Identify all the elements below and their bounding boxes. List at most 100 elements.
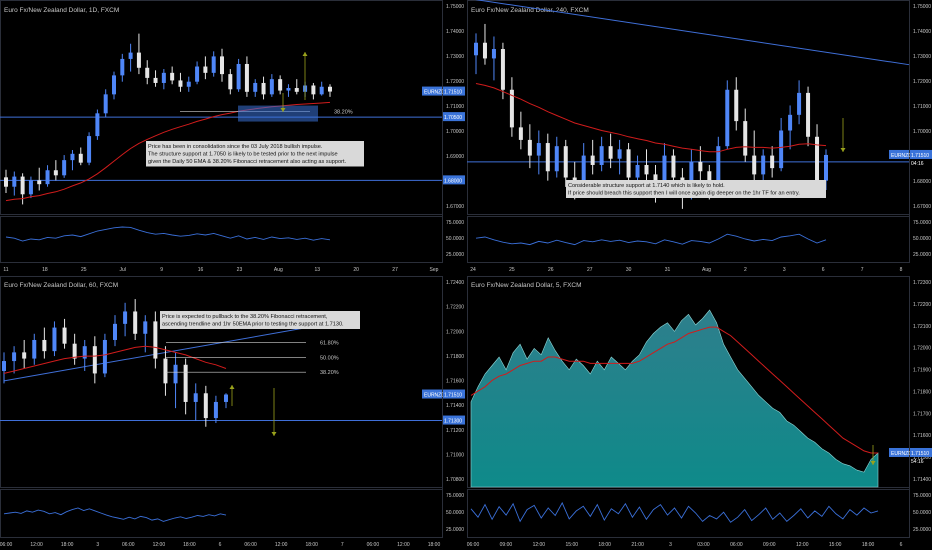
fib-label: 38.20% (334, 110, 353, 116)
price-label: 1.71510 (444, 90, 462, 96)
symbol-label: EURNZD (891, 153, 912, 159)
x-tick-label: 3 (96, 542, 99, 548)
annotation-text: Considerable structure support at 1.7140… (568, 183, 725, 189)
candle-body (120, 58, 125, 76)
candle-body (294, 88, 299, 92)
candle-body (123, 311, 128, 324)
y-tick-label: 1.71000 (446, 452, 464, 458)
x-tick-label: 06:00 (244, 542, 257, 548)
y-tick-label: 1.68000 (913, 179, 931, 185)
x-tick-label: 06:00 (730, 542, 743, 548)
candle-body (178, 80, 183, 87)
candle-body (725, 89, 730, 147)
candle-body (112, 75, 116, 95)
candle-body (62, 160, 67, 176)
candle-body (236, 63, 241, 90)
candle-body (500, 49, 505, 90)
x-tick-label: Jul (120, 267, 126, 273)
candle-body (32, 339, 37, 359)
candle-body (136, 52, 141, 68)
candle-body (319, 86, 324, 95)
x-tick-label: 21:00 (631, 542, 644, 548)
oscillator-tick-label: 50.0000 (446, 510, 464, 516)
annotation-text: Price is expected to pullback to the 38.… (162, 314, 328, 320)
symbol-label: EURNZD (424, 393, 445, 399)
oscillator-tick-label: 25.0000 (446, 252, 464, 258)
candle-body (170, 72, 175, 81)
oscillator-tick-label: 25.0000 (913, 527, 931, 533)
candle-body (53, 170, 58, 176)
x-tick-label: 12:00 (275, 542, 288, 548)
candle-body (161, 72, 166, 83)
x-tick-label: 3 (669, 542, 672, 548)
candle-body (806, 92, 811, 137)
support-label: 1.71300 (444, 419, 462, 425)
support-label: 1.68000 (444, 178, 462, 184)
oscillator-tick-label: 75.0000 (446, 220, 464, 226)
candle-body (102, 339, 107, 374)
y-tick-label: 1.69000 (446, 154, 464, 160)
oscillator-tick-label: 50.0000 (913, 510, 931, 516)
y-tick-label: 1.71000 (913, 104, 931, 110)
y-tick-label: 1.71800 (446, 354, 464, 360)
candle-body (474, 42, 478, 56)
candle-body (12, 176, 17, 187)
y-tick-label: 1.72200 (446, 305, 464, 311)
candle-body (28, 180, 33, 195)
x-tick-label: 30 (626, 267, 632, 273)
candle-body (37, 180, 42, 185)
candle-body (183, 364, 188, 402)
candle-body (545, 143, 550, 172)
x-tick-label: Aug (702, 267, 711, 273)
candle-body (311, 85, 316, 95)
candle-body (617, 149, 622, 159)
candle-body (824, 154, 828, 181)
candle-body (45, 170, 50, 185)
x-tick-label: 06:00 (367, 542, 380, 548)
candle-body (644, 164, 649, 175)
oscillator-tick-label: 50.0000 (446, 236, 464, 242)
y-tick-label: 1.72000 (913, 79, 931, 85)
fib-label: 61.80% (320, 340, 339, 346)
candle-body (635, 164, 640, 178)
candle-body (143, 321, 148, 334)
x-tick-label: 3 (783, 267, 786, 273)
x-tick-label: 18 (42, 267, 48, 273)
countdown-label: 04:16 (911, 161, 924, 167)
oscillator-tick-label: 75.0000 (446, 493, 464, 499)
candle-body (153, 77, 158, 83)
y-tick-label: 1.73000 (913, 54, 931, 60)
candle-body (145, 67, 150, 78)
x-tick-label: 18:00 (428, 542, 441, 548)
x-tick-label: 09:00 (763, 542, 776, 548)
y-tick-label: 1.72300 (913, 280, 931, 286)
candle-body (173, 364, 178, 384)
y-tick-label: 1.70000 (446, 129, 464, 135)
x-tick-label: 18:00 (61, 542, 74, 548)
x-tick-label: 2 (744, 267, 747, 273)
candle-body (186, 81, 191, 87)
x-tick-label: 31 (665, 267, 671, 273)
x-tick-label: 7 (341, 542, 344, 548)
annotation-text: If price should breach this support then… (568, 191, 800, 197)
x-tick-label: 25 (509, 267, 515, 273)
candle-body (213, 401, 218, 419)
chart-title: Euro Fx/New Zealand Dollar, 1D, FXCM (4, 7, 119, 14)
oscillator-tick-label: 25.0000 (913, 252, 931, 258)
y-tick-label: 1.74000 (913, 29, 931, 35)
candle-body (163, 358, 168, 384)
y-tick-label: 1.71700 (913, 411, 931, 417)
y-tick-label: 1.74000 (446, 29, 464, 35)
y-tick-label: 1.72000 (446, 329, 464, 335)
x-tick-label: 06:00 (467, 542, 480, 548)
y-tick-label: 1.67000 (913, 204, 931, 210)
x-tick-label: 27 (587, 267, 593, 273)
chart-title: Euro Fx/New Zealand Dollar, 5, FXCM (471, 282, 582, 289)
symbol-label: EURNZD (891, 451, 912, 457)
x-tick-label: 18:00 (598, 542, 611, 548)
y-tick-label: 1.72000 (446, 79, 464, 85)
x-tick-label: Aug (274, 267, 283, 273)
candle-body (626, 149, 631, 178)
candle-body (491, 49, 496, 59)
candle-body (20, 176, 25, 195)
